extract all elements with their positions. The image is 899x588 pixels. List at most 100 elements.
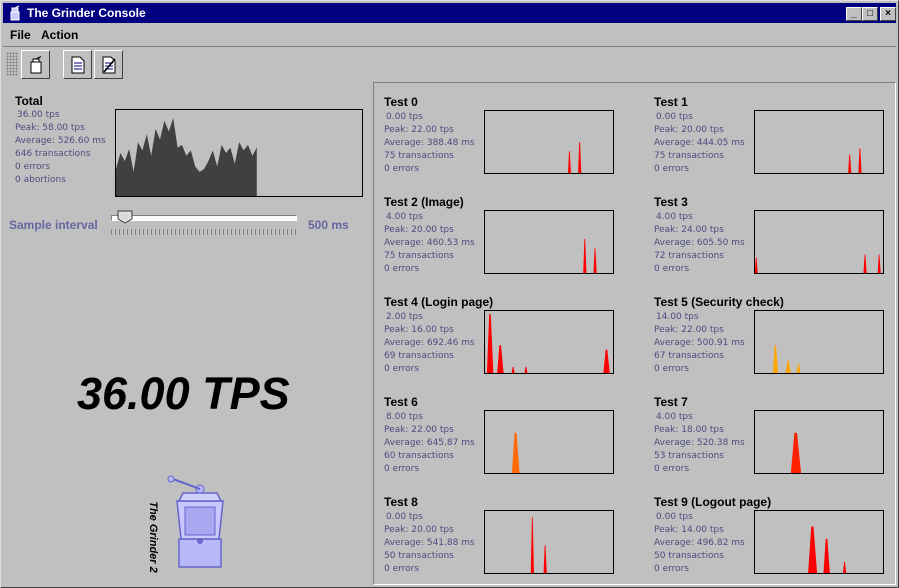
test-tps: 4.00 tps <box>386 212 423 222</box>
test-tps-graph <box>484 310 614 374</box>
tps-spike <box>524 366 528 373</box>
test-title: Test 9 (Logout page) <box>654 495 772 509</box>
test-transactions: 50 transactions <box>384 551 454 561</box>
test-peak: Peak: 22.00 tps <box>654 325 724 335</box>
document-edit-icon <box>102 56 116 74</box>
total-transactions: 646 transactions <box>15 149 91 159</box>
test-tps-graph <box>754 410 884 474</box>
test-tps: 14.00 tps <box>656 312 699 322</box>
report-button[interactable] <box>63 50 92 79</box>
total-tps-graph <box>115 109 363 197</box>
tps-spike <box>808 526 818 573</box>
test-peak: Peak: 22.00 tps <box>384 425 454 435</box>
test-title: Test 8 <box>384 495 418 509</box>
tps-spike <box>578 142 582 173</box>
edit-button[interactable] <box>94 50 123 79</box>
start-processes-button[interactable] <box>21 50 50 79</box>
test-peak: Peak: 22.00 tps <box>384 125 454 135</box>
tps-spike <box>543 545 547 573</box>
test-errors: 0 errors <box>654 364 690 374</box>
tps-spike <box>785 360 791 373</box>
grinder-app-icon <box>10 5 20 21</box>
test-average: Average: 388.48 ms <box>384 138 475 148</box>
test-average: Average: 645.87 ms <box>384 438 475 448</box>
tps-spike <box>497 345 504 373</box>
title-bar[interactable]: The Grinder Console _ □ × <box>3 3 896 23</box>
test-errors: 0 errors <box>654 564 690 574</box>
test-transactions: 72 transactions <box>654 251 724 261</box>
test-errors: 0 errors <box>384 364 420 374</box>
test-errors: 0 errors <box>654 264 690 274</box>
grinder-console-window: The Grinder Console _ □ × File Action To… <box>0 0 899 588</box>
test-title: Test 3 <box>654 195 688 209</box>
test-tps: 2.00 tps <box>386 312 423 322</box>
window-title: The Grinder Console <box>27 6 146 20</box>
tps-spike <box>603 349 610 373</box>
test-title: Test 7 <box>654 395 688 409</box>
test-tps-graph <box>484 510 614 574</box>
tps-spike <box>583 238 587 273</box>
tps-spike <box>796 363 801 373</box>
toolbar <box>3 46 896 80</box>
menu-action[interactable]: Action <box>41 28 78 42</box>
test-transactions: 75 transactions <box>654 151 724 161</box>
summary-pane: Total 36.00 tps Peak: 58.00 tps Average:… <box>3 81 369 585</box>
test-peak: Peak: 20.00 tps <box>654 125 724 135</box>
tps-spike <box>511 432 520 473</box>
test-average: Average: 496.82 ms <box>654 538 745 548</box>
test-transactions: 75 transactions <box>384 251 454 261</box>
sample-interval-slider-thumb[interactable] <box>117 210 133 224</box>
test-tps: 0.00 tps <box>656 512 693 522</box>
test-tps-graph <box>754 210 884 274</box>
test-transactions: 67 transactions <box>654 351 724 361</box>
sample-interval-label: Sample interval <box>9 218 98 232</box>
test-title: Test 1 <box>654 95 688 109</box>
test-transactions: 75 transactions <box>384 151 454 161</box>
menu-file[interactable]: File <box>10 28 31 42</box>
tps-spike <box>593 248 597 273</box>
sample-interval-value: 500 ms <box>308 218 349 232</box>
toolbar-grip[interactable] <box>6 52 18 76</box>
tests-pane: Test 0 0.00 tps Peak: 22.00 tps Average: 38… <box>373 82 896 585</box>
test-tps: 4.00 tps <box>656 212 693 222</box>
test-tps-graph <box>754 310 884 374</box>
total-peak: Peak: 58.00 tps <box>15 123 85 133</box>
test-transactions: 69 transactions <box>384 351 454 361</box>
test-title: Test 0 <box>384 95 418 109</box>
test-errors: 0 errors <box>654 464 690 474</box>
tps-spike <box>772 345 779 373</box>
test-tps-graph <box>754 510 884 574</box>
test-title: Test 6 <box>384 395 418 409</box>
test-average: Average: 520.38 ms <box>654 438 745 448</box>
test-errors: 0 errors <box>654 164 690 174</box>
total-title: Total <box>15 94 43 108</box>
close-button[interactable]: × <box>880 7 896 21</box>
tps-spike <box>511 366 515 373</box>
test-transactions: 50 transactions <box>654 551 724 561</box>
test-average: Average: 541.88 ms <box>384 538 475 548</box>
grinder-logo-icon <box>167 475 224 568</box>
total-abortions: 0 abortions <box>15 175 66 185</box>
total-average: Average: 526.60 ms <box>15 136 106 146</box>
test-tps: 4.00 tps <box>656 412 693 422</box>
test-errors: 0 errors <box>384 564 420 574</box>
test-average: Average: 500.91 ms <box>654 338 745 348</box>
test-peak: Peak: 24.00 tps <box>654 225 724 235</box>
maximize-button[interactable]: □ <box>862 7 878 21</box>
test-average: Average: 692.46 ms <box>384 338 475 348</box>
test-transactions: 53 transactions <box>654 451 724 461</box>
tps-spike <box>863 254 867 273</box>
total-tps-area <box>116 118 257 196</box>
test-tps-graph <box>754 110 884 174</box>
test-errors: 0 errors <box>384 464 420 474</box>
minimize-button[interactable]: _ <box>846 7 862 21</box>
test-title: Test 5 (Security check) <box>654 295 784 309</box>
tps-spike <box>877 254 881 273</box>
sample-interval-ticks <box>111 229 297 235</box>
tps-spike <box>858 148 862 173</box>
total-tps: 36.00 tps <box>17 110 60 120</box>
sample-interval-track[interactable] <box>111 215 297 221</box>
total-errors: 0 errors <box>15 162 51 172</box>
test-tps: 0.00 tps <box>386 512 423 522</box>
test-peak: Peak: 16.00 tps <box>384 325 454 335</box>
